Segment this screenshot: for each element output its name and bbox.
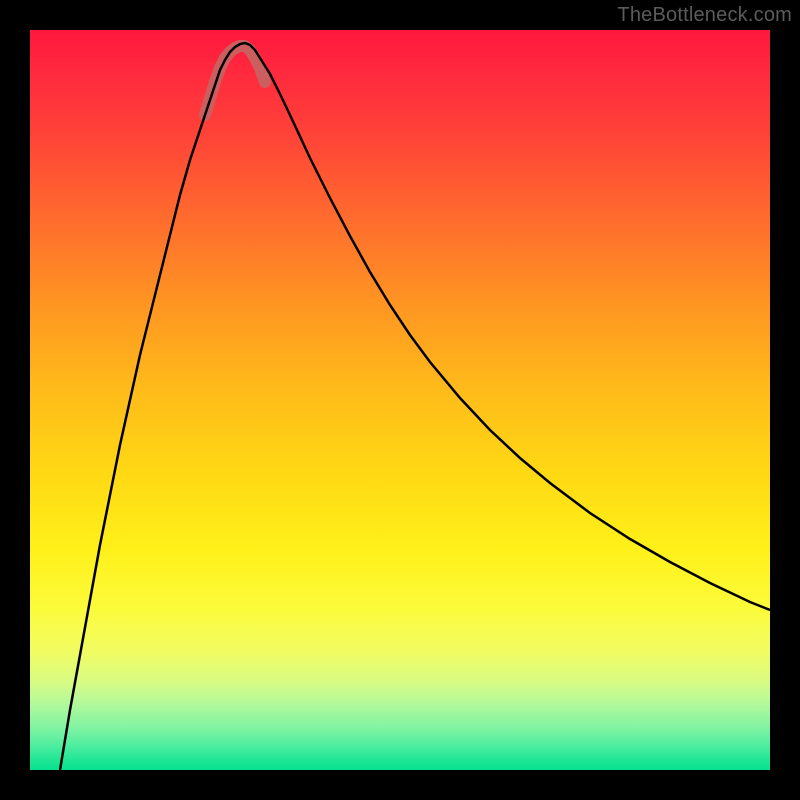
bottleneck-curve: [60, 43, 770, 770]
chart-frame: TheBottleneck.com: [0, 0, 800, 800]
curve-layer: [30, 30, 770, 770]
watermark-text: TheBottleneck.com: [617, 4, 792, 27]
optimal-zone-marker: [205, 46, 265, 115]
plot-area: [30, 30, 770, 770]
